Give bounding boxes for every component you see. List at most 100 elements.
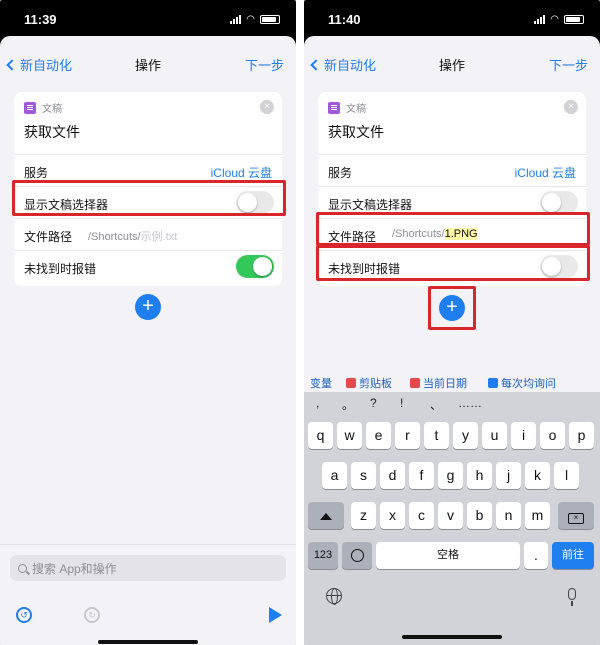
key-u[interactable]: u — [482, 422, 507, 449]
status-icons: ◠ — [230, 14, 280, 25]
action-app-header: 文稿 — [24, 100, 62, 115]
emoji-key[interactable] — [342, 542, 372, 569]
key-c[interactable]: c — [409, 502, 434, 529]
key-i[interactable]: i — [511, 422, 536, 449]
search-placeholder: 搜索 App和操作 — [32, 561, 117, 576]
status-bar: 11:39 ◠ — [0, 0, 296, 36]
key-q[interactable]: q — [308, 422, 333, 449]
show-picker-label: 显示文稿选择器 — [328, 198, 413, 212]
remove-action-button[interactable]: × — [260, 100, 274, 114]
key-a[interactable]: a — [322, 462, 347, 489]
right-screenshot: 11:40 ◠ 新自动化 操作 下一步 文稿 × 获取文件 服务 iCloud … — [304, 0, 600, 645]
bottom-toolbar: 搜索 App和操作 ↺ ↻ — [0, 544, 296, 645]
status-icons: ◠ — [534, 14, 584, 25]
service-row[interactable]: 服务 iCloud 云盘 — [318, 154, 586, 186]
key-x[interactable]: x — [380, 502, 405, 529]
key-j[interactable]: j — [496, 462, 521, 489]
undo-icon[interactable]: ↺ — [16, 607, 32, 623]
suggestion-ask-each-time[interactable]: 每次均询问 — [488, 375, 556, 391]
key-h[interactable]: h — [467, 462, 492, 489]
suggestion-label: 当前日期 — [423, 378, 467, 390]
run-play-icon[interactable] — [269, 607, 282, 623]
add-action-button[interactable]: + — [135, 294, 161, 320]
key-r[interactable]: r — [395, 422, 420, 449]
key-t[interactable]: t — [424, 422, 449, 449]
service-value[interactable]: iCloud 云盘 — [515, 164, 576, 181]
add-action-button[interactable]: + — [439, 295, 465, 321]
highlight-box-show-picker — [12, 180, 286, 216]
file-path-field[interactable]: /Shortcuts/示例.txt — [88, 228, 177, 244]
space-key[interactable]: 空格 — [376, 542, 520, 569]
go-key[interactable]: 前往 — [552, 542, 594, 569]
show-picker-toggle[interactable] — [540, 191, 578, 214]
battery-icon — [564, 15, 584, 24]
key-s[interactable]: s — [351, 462, 376, 489]
delete-icon: × — [568, 513, 584, 524]
action-title: 获取文件 — [24, 124, 80, 140]
key-o[interactable]: o — [540, 422, 565, 449]
file-path-placeholder: 示例.txt — [140, 231, 178, 243]
punct-key[interactable]: , — [316, 396, 319, 410]
cellular-signal-icon — [534, 15, 546, 24]
key-d[interactable]: d — [380, 462, 405, 489]
key-e[interactable]: e — [366, 422, 391, 449]
key-z[interactable]: z — [351, 502, 376, 529]
error-if-not-found-row: 未找到时报错 — [14, 250, 282, 282]
next-button[interactable]: 下一步 — [245, 55, 284, 74]
key-f[interactable]: f — [409, 462, 434, 489]
file-path-row[interactable]: 文件路径 /Shortcuts/示例.txt — [14, 218, 282, 250]
punct-key[interactable]: ? — [370, 396, 377, 410]
error-if-not-found-label: 未找到时报错 — [24, 262, 97, 276]
key-w[interactable]: w — [337, 422, 362, 449]
globe-icon[interactable] — [326, 588, 342, 605]
key-y[interactable]: y — [453, 422, 478, 449]
navigation-bar: 新自动化 操作 下一步 — [0, 46, 296, 82]
home-indicator — [98, 640, 198, 644]
punct-key[interactable]: 、 — [430, 396, 442, 413]
punct-key[interactable]: 。 — [342, 396, 354, 413]
battery-icon — [260, 15, 280, 24]
suggestion-current-date[interactable]: 当前日期 — [410, 375, 467, 391]
service-value[interactable]: iCloud 云盘 — [211, 164, 272, 181]
action-app-header: 文稿 — [328, 100, 366, 115]
delete-key[interactable]: × — [558, 502, 594, 529]
status-time: 11:39 — [24, 12, 57, 27]
file-path-label: 文件路径 — [24, 230, 73, 244]
key-g[interactable]: g — [438, 462, 463, 489]
highlight-box-file-path — [316, 212, 590, 246]
wifi-icon: ◠ — [550, 14, 559, 25]
remove-action-button[interactable]: × — [564, 100, 578, 114]
emoji-icon — [350, 549, 364, 562]
key-v[interactable]: v — [438, 502, 463, 529]
toggle-knob — [542, 193, 561, 212]
suggestion-clipboard[interactable]: 剪贴板 — [346, 375, 392, 391]
highlight-box-error-toggle — [316, 245, 590, 281]
punct-key[interactable]: ! — [400, 396, 403, 410]
calendar-icon — [410, 378, 420, 388]
microphone-icon[interactable] — [568, 588, 576, 606]
documents-app-icon — [24, 101, 36, 114]
key-l[interactable]: l — [554, 462, 579, 489]
suggestion-label: 剪贴板 — [359, 378, 392, 390]
punct-key[interactable]: …… — [458, 396, 482, 410]
next-button[interactable]: 下一步 — [549, 55, 588, 74]
suggestion-variable[interactable]: 变量 — [310, 375, 332, 391]
search-field[interactable]: 搜索 App和操作 — [10, 555, 286, 581]
numbers-key[interactable]: 123 — [308, 542, 338, 569]
service-label: 服务 — [328, 166, 353, 180]
key-k[interactable]: k — [525, 462, 550, 489]
key-m[interactable]: m — [525, 502, 550, 529]
shift-icon — [320, 513, 332, 520]
key-b[interactable]: b — [467, 502, 492, 529]
toggle-knob — [253, 257, 272, 276]
home-indicator — [402, 635, 502, 639]
period-key[interactable]: . — [524, 542, 548, 569]
error-if-not-found-toggle[interactable] — [236, 255, 274, 278]
key-n[interactable]: n — [496, 502, 521, 529]
search-icon — [18, 563, 27, 573]
shift-key[interactable] — [308, 502, 344, 529]
key-p[interactable]: p — [569, 422, 594, 449]
action-app-name: 文稿 — [346, 104, 366, 115]
left-screenshot: 11:39 ◠ 新自动化 操作 下一步 文稿 × 获取文件 服务 iCloud … — [0, 0, 296, 645]
redo-icon[interactable]: ↻ — [84, 607, 100, 623]
